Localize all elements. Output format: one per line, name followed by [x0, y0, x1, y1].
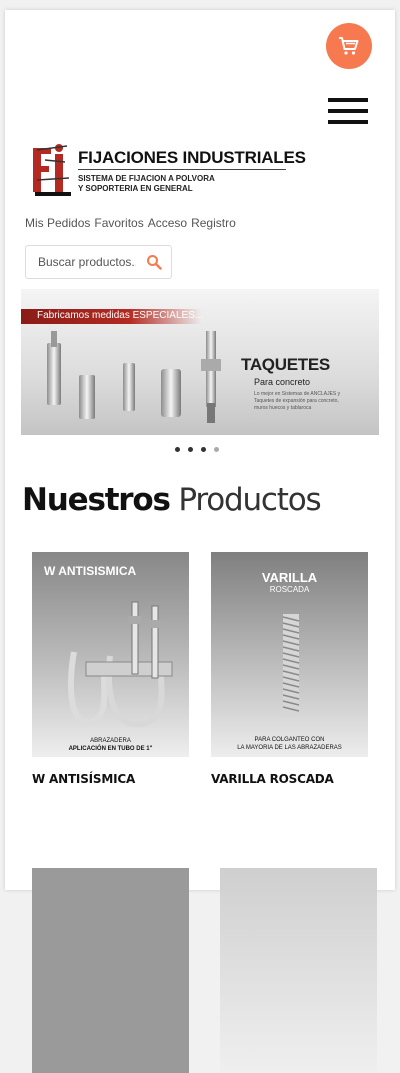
nav-link-acceso[interactable]: Acceso	[148, 216, 187, 230]
product-card[interactable]	[32, 868, 190, 1073]
product-image[interactable]	[220, 868, 377, 1073]
threaded-rod-illustration	[282, 614, 300, 716]
menu-bar	[328, 120, 368, 124]
logo-divider	[78, 169, 286, 170]
clamp-illustration	[68, 601, 173, 728]
slider-banner: Fabricamos medidas ESPECIALES...	[21, 309, 204, 324]
nav-link-registro[interactable]: Registro	[191, 216, 236, 230]
cart-icon	[339, 37, 359, 55]
section-title: Nuestros Productos	[22, 482, 322, 518]
product-image-caption: LA MAYORIA DE LAS ABRAZADERAS	[237, 745, 342, 751]
logo-subtitle-line: Y SOPORTERIA EN GENERAL	[78, 184, 193, 193]
product-image-caption: ABRAZADERA	[90, 738, 131, 744]
slider-dot[interactable]	[214, 447, 219, 452]
menu-bar	[328, 98, 368, 102]
product-image[interactable]	[32, 868, 189, 1073]
product-image-title: VARILLA	[261, 570, 318, 585]
slider-banner-text: Fabricamos medidas ESPECIALES...	[37, 310, 204, 321]
product-image-caption: PARA COLGANTEO CON	[254, 737, 325, 743]
product-name[interactable]: W ANTISÍSMICA	[32, 772, 190, 786]
logo-subtitle: SISTEMA DE FIJACION A POLVORA Y SOPORTER…	[78, 174, 215, 194]
hero-slider[interactable]: Fabricamos medidas ESPECIALES... TAQUETE…	[21, 289, 379, 435]
product-image-title: W ANTISISMICA	[44, 564, 137, 578]
slider-dot[interactable]	[175, 447, 180, 452]
search-input[interactable]	[38, 252, 136, 272]
slide-title: TAQUETES	[241, 355, 330, 374]
slide-subtitle: Para concreto	[254, 377, 311, 387]
section-title-bold: Nuestros	[22, 482, 171, 518]
slider-dots	[175, 447, 219, 452]
product-image[interactable]: W ANTISISMICA ABRAZADERA APLICACIÓN EN T…	[32, 552, 189, 757]
logo-title: FIJACIONES INDUSTRIALES	[78, 148, 306, 167]
cart-button[interactable]	[326, 23, 372, 69]
anchor-bolts-image	[47, 331, 221, 423]
site-logo[interactable]: FIJACIONES INDUSTRIALES SISTEMA DE FIJAC…	[27, 140, 306, 202]
search-icon[interactable]	[146, 254, 162, 270]
product-card[interactable]	[220, 868, 378, 1073]
slide-description: Lo mejor en Sistemas de ANCLAJES y Taque…	[254, 391, 341, 411]
hamburger-menu-button[interactable]	[328, 98, 368, 126]
section-title-light: Productos	[178, 482, 321, 518]
logo-subtitle-line: SISTEMA DE FIJACION A POLVORA	[78, 174, 215, 183]
product-name[interactable]: VARILLA ROSCADA	[211, 772, 369, 786]
nav-link-favoritos[interactable]: Favoritos	[94, 216, 143, 230]
logo-mark-icon	[29, 142, 73, 198]
search-box	[25, 245, 172, 279]
product-image-subtitle: ROSCADA	[269, 585, 310, 594]
menu-bar	[328, 109, 368, 113]
slider-dot[interactable]	[201, 447, 206, 452]
product-card[interactable]: VARILLA ROSCADA PARA COLGANTEO CON LA MA…	[211, 552, 369, 786]
product-image[interactable]: VARILLA ROSCADA PARA COLGANTEO CON LA MA…	[211, 552, 368, 757]
user-nav: Mis Pedidos Favoritos Acceso Registro	[25, 216, 236, 230]
page-container: FIJACIONES INDUSTRIALES SISTEMA DE FIJAC…	[5, 10, 395, 1073]
product-card[interactable]: W ANTISISMICA ABRAZADERA APLICACIÓN EN T…	[32, 552, 190, 786]
slider-dot[interactable]	[188, 447, 193, 452]
product-image-caption: APLICACIÓN EN TUBO DE 1"	[68, 746, 153, 752]
nav-link-mis-pedidos[interactable]: Mis Pedidos	[25, 216, 90, 230]
